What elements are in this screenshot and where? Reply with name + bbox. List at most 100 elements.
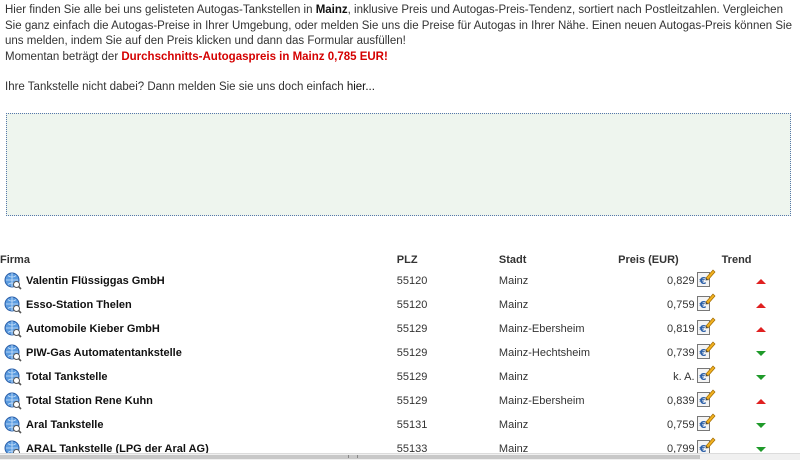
table-row: PIW-Gas Automatentankstelle 55129 Mainz-He… <box>0 341 800 365</box>
euro-report-icon[interactable]: € <box>696 412 716 432</box>
stadt-cell: Mainz <box>498 299 529 311</box>
table-header-row: Firma PLZ Stadt Preis (EUR) Trend <box>0 250 800 269</box>
trend-cell <box>722 413 800 437</box>
stadt-cell: Mainz-Ebersheim <box>498 323 585 335</box>
average-price-suffix: ! <box>383 50 388 63</box>
table-row: Aral Tankstelle 55131 Mainz 0,759 € <box>0 413 800 437</box>
plz-cell: 55120 <box>396 275 428 287</box>
svg-text:€: € <box>698 324 706 335</box>
report-station-paragraph: Ihre Tankstelle nicht dabei? Dann melden… <box>5 80 795 96</box>
firma-cell: Valentin Flüssiggas GmbH <box>0 269 397 293</box>
preis-cell: 0,759 € <box>618 413 721 437</box>
euro-report-icon[interactable]: € <box>696 316 716 336</box>
firma-cell: Esso-Station Thelen <box>0 293 397 317</box>
price-value[interactable]: k. A. <box>673 371 694 383</box>
preis-cell: k. A. € <box>618 365 721 389</box>
stadt-cell: Mainz <box>498 419 529 431</box>
average-price-prefix: Momentan beträgt der <box>5 50 122 63</box>
price-value[interactable]: 0,819 <box>667 323 695 335</box>
globe-search-icon[interactable] <box>4 368 22 386</box>
svg-text:€: € <box>698 276 706 287</box>
firma-cell: Automobile Kieber GmbH <box>0 317 397 341</box>
table-row: Total Station Rene Kuhn 55129 Mainz-Ebersh… <box>0 389 800 413</box>
plz-cell: 55120 <box>396 299 428 311</box>
stadt-cell: Mainz-Ebersheim <box>498 395 585 407</box>
trend-cell <box>722 293 800 317</box>
trend-up-icon <box>755 327 766 332</box>
intro-text: Hier finden Sie alle bei uns gelisteten … <box>5 3 795 96</box>
trend-up-icon <box>755 279 766 284</box>
price-value[interactable]: 0,759 <box>667 299 695 311</box>
stadt-cell: Mainz-Hechtsheim <box>498 347 591 359</box>
price-value[interactable]: 0,829 <box>667 275 695 287</box>
euro-report-icon[interactable]: € <box>696 268 716 288</box>
firma-cell: Total Tankstelle <box>0 365 397 389</box>
svg-text:€: € <box>698 300 706 311</box>
header-firma: Firma <box>0 253 30 266</box>
globe-search-icon[interactable] <box>4 392 22 410</box>
station-name: Aral Tankstelle <box>26 419 104 431</box>
station-name: Total Station Rene Kuhn <box>26 395 153 407</box>
trend-cell <box>722 317 800 341</box>
firma-cell: Aral Tankstelle <box>0 413 397 437</box>
table-row: Total Tankstelle 55129 Mainz k. A. € <box>0 365 800 389</box>
price-value[interactable]: 0,839 <box>667 395 695 407</box>
globe-search-icon[interactable] <box>4 344 22 362</box>
report-station-link[interactable]: hier... <box>347 81 375 93</box>
globe-search-icon[interactable] <box>4 320 22 338</box>
price-value[interactable]: 0,739 <box>667 347 695 359</box>
trend-down-icon <box>755 423 766 428</box>
trend-up-icon <box>755 399 766 404</box>
preis-cell: 0,739 € <box>618 341 721 365</box>
globe-search-icon[interactable] <box>4 296 22 314</box>
preis-cell: 0,829 € <box>618 269 721 293</box>
table-row: Esso-Station Thelen 55120 Mainz 0,759 € <box>0 293 800 317</box>
price-value[interactable]: 0,759 <box>667 419 695 431</box>
preis-cell: 0,819 € <box>618 317 721 341</box>
svg-text:€: € <box>698 396 706 407</box>
preis-cell: 0,839 € <box>618 389 721 413</box>
svg-text:€: € <box>698 420 706 431</box>
trend-cell <box>722 341 800 365</box>
euro-report-icon[interactable]: € <box>696 388 716 408</box>
plz-cell: 55129 <box>396 371 428 383</box>
euro-report-icon[interactable]: € <box>696 292 716 312</box>
plz-cell: 55129 <box>396 347 428 359</box>
trend-down-icon <box>755 447 766 452</box>
svg-text:€: € <box>698 372 706 383</box>
trend-cell <box>722 269 800 293</box>
ad-placeholder <box>6 113 791 216</box>
trend-up-icon <box>755 303 766 308</box>
globe-search-icon[interactable] <box>4 416 22 434</box>
station-table: Firma PLZ Stadt Preis (EUR) Trend Valent… <box>0 250 800 461</box>
plz-cell: 55131 <box>396 419 428 431</box>
plz-cell: 55129 <box>396 395 428 407</box>
intro-text-part: Hier finden Sie alle bei uns gelisteten … <box>5 4 316 16</box>
station-name: Valentin Flüssiggas GmbH <box>26 275 165 287</box>
trend-down-icon <box>755 375 766 380</box>
firma-cell: Total Station Rene Kuhn <box>0 389 397 413</box>
station-name: Esso-Station Thelen <box>26 299 132 311</box>
scrollbar-grip-icon <box>348 455 358 458</box>
euro-report-icon[interactable]: € <box>696 340 716 360</box>
table-row: Automobile Kieber GmbH 55129 Mainz-Ebershe… <box>0 317 800 341</box>
header-preis: Preis (EUR) <box>618 253 679 266</box>
trend-cell <box>722 389 800 413</box>
plz-cell: 55129 <box>396 323 428 335</box>
preis-cell: 0,759 € <box>618 293 721 317</box>
globe-search-icon[interactable] <box>4 272 22 290</box>
stadt-cell: Mainz <box>498 275 529 287</box>
header-trend: Trend <box>721 253 752 266</box>
station-name: Automobile Kieber GmbH <box>26 323 160 335</box>
trend-cell <box>722 365 800 389</box>
station-name: Total Tankstelle <box>26 371 108 383</box>
station-name: PIW-Gas Automatentankstelle <box>26 347 182 359</box>
svg-text:€: € <box>698 348 706 359</box>
table-row: Valentin Flüssiggas GmbH 55120 Mainz 0,829 € <box>0 269 800 293</box>
average-price-highlight: Durchschnitts-Autogaspreis in Mainz 0,78… <box>121 50 384 63</box>
city-name: Mainz <box>315 4 348 16</box>
euro-report-icon[interactable]: € <box>696 364 716 384</box>
trend-down-icon <box>755 351 766 356</box>
stadt-cell: Mainz <box>498 371 529 383</box>
report-station-text: Ihre Tankstelle nicht dabei? Dann melden… <box>5 81 347 93</box>
